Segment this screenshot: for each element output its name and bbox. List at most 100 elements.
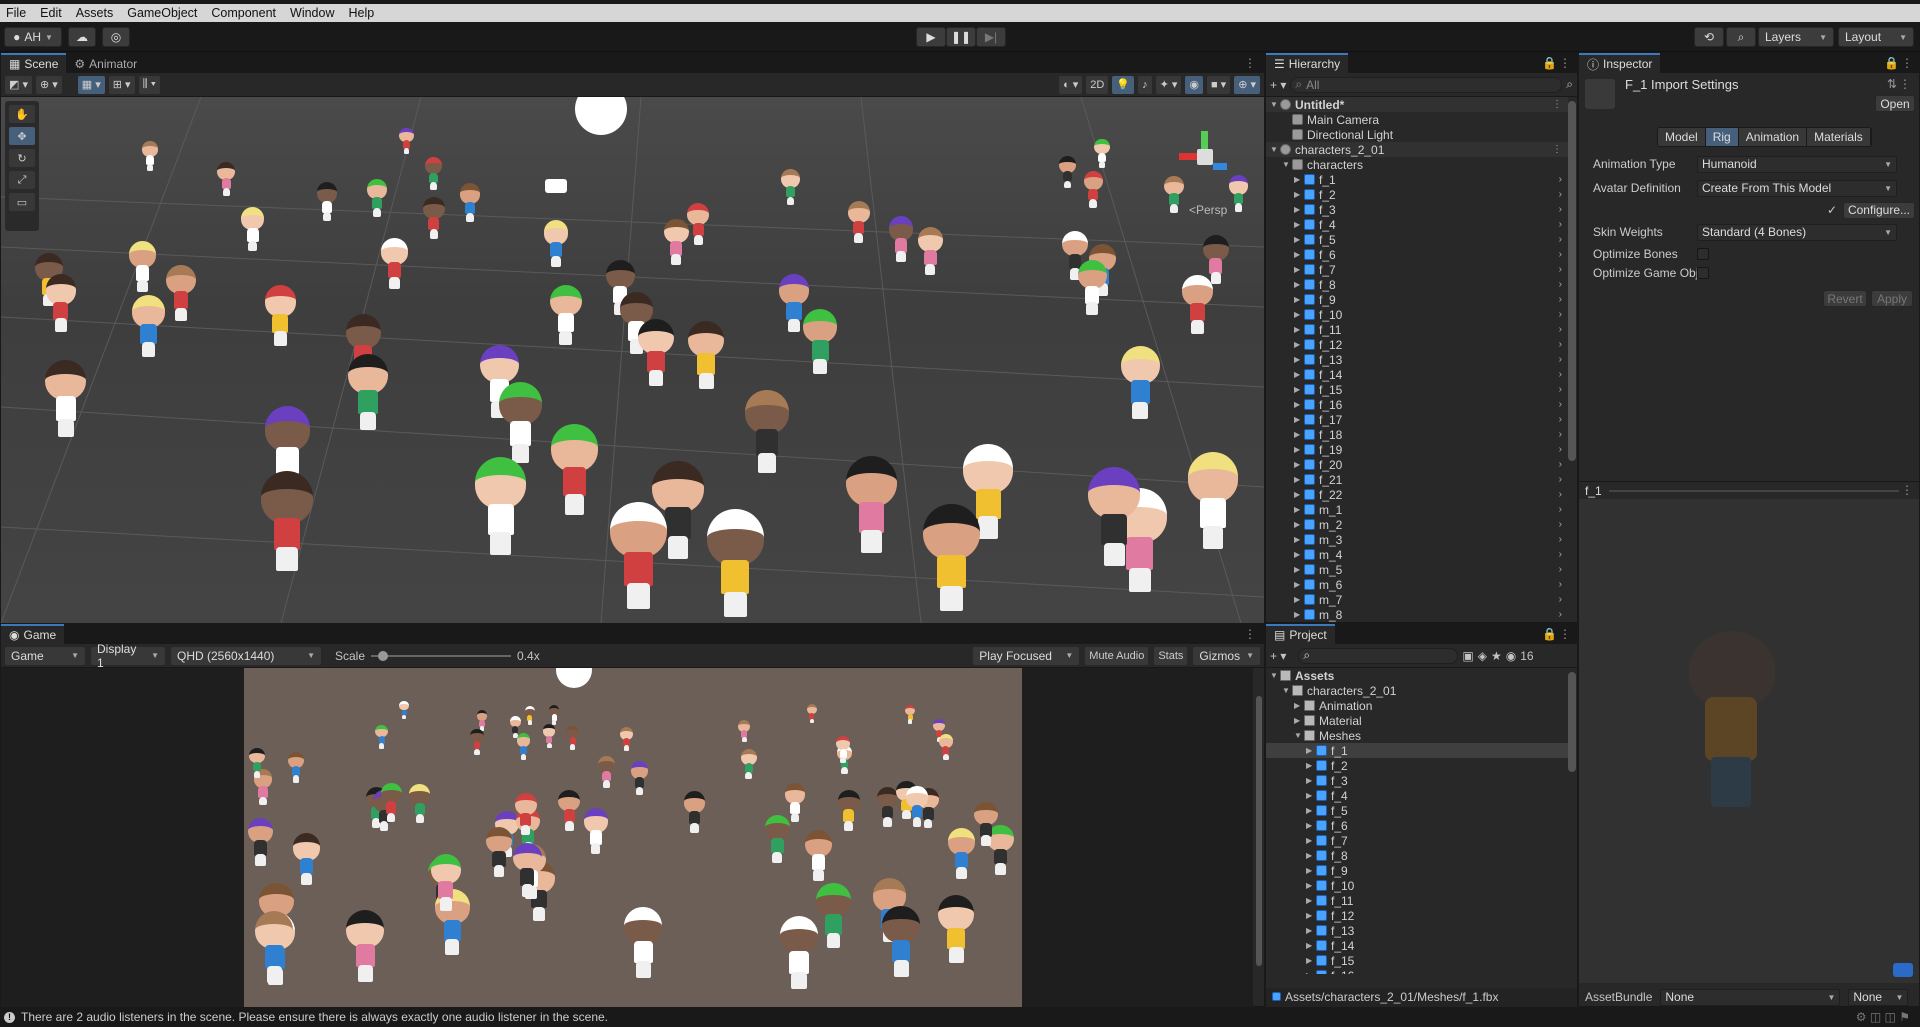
menu-gameobject[interactable]: GameObject (127, 6, 197, 20)
expand-arrow-icon[interactable]: ▶ (1306, 911, 1316, 920)
cloud-button[interactable]: ☁ (68, 27, 96, 47)
avatar-definition-dropdown[interactable]: Create From This Model ▼ (1697, 179, 1897, 197)
lock-icon[interactable]: 🔒 (1884, 56, 1899, 70)
tree-item[interactable]: ▼ Meshes (1266, 728, 1568, 743)
scene-viewport[interactable]: ✋ ✥ ↻ ⤢ ▭ <Persp (1, 97, 1264, 623)
tree-item[interactable]: ▶ m_2 › (1266, 517, 1568, 532)
tree-item[interactable]: ▶ f_2 › (1266, 187, 1568, 202)
tree-item[interactable]: ▶ f_17 › (1266, 412, 1568, 427)
filter-type-icon[interactable]: ▣ (1462, 649, 1473, 663)
apply-button[interactable]: Apply (1871, 290, 1913, 307)
expand-arrow-icon[interactable]: ▶ (1294, 520, 1304, 529)
tree-item[interactable]: ▶ f_14 (1266, 938, 1568, 953)
optimize-bones-checkbox[interactable] (1697, 248, 1709, 260)
stats-button[interactable]: Stats (1154, 646, 1188, 665)
chevron-right-icon[interactable]: › (1559, 519, 1562, 530)
expand-arrow-icon[interactable]: ▶ (1306, 821, 1316, 830)
tree-item[interactable]: ▶ f_21 › (1266, 472, 1568, 487)
menu-help[interactable]: Help (348, 6, 374, 20)
chevron-right-icon[interactable]: › (1559, 354, 1562, 365)
favorite-icon[interactable]: ★ (1491, 649, 1502, 663)
tab-materials[interactable]: Materials (1807, 128, 1871, 146)
chevron-right-icon[interactable]: › (1559, 609, 1562, 620)
tree-item[interactable]: ▶ f_18 › (1266, 427, 1568, 442)
tree-item[interactable]: ▶ f_6 › (1266, 247, 1568, 262)
chevron-right-icon[interactable]: › (1559, 414, 1562, 425)
panel-menu-icon[interactable]: ⋮ (1244, 56, 1256, 70)
play-button[interactable]: ▶ (916, 27, 946, 47)
expand-arrow-icon[interactable]: ▶ (1294, 430, 1304, 439)
expand-arrow-icon[interactable]: ▶ (1294, 250, 1304, 259)
chevron-right-icon[interactable]: › (1559, 309, 1562, 320)
expand-arrow-icon[interactable]: ▶ (1294, 310, 1304, 319)
tree-item[interactable]: ▶ f_14 › (1266, 367, 1568, 382)
tree-item[interactable]: ▶ m_3 › (1266, 532, 1568, 547)
chevron-right-icon[interactable]: › (1559, 189, 1562, 200)
tree-item[interactable]: ▶ f_5 › (1266, 232, 1568, 247)
chevron-right-icon[interactable]: › (1559, 549, 1562, 560)
lock-icon[interactable]: 🔒 (1542, 627, 1557, 641)
expand-arrow-icon[interactable]: ▶ (1294, 415, 1304, 424)
tree-item[interactable]: ▶ f_3 (1266, 773, 1568, 788)
expand-arrow-icon[interactable]: ▶ (1294, 220, 1304, 229)
tree-item[interactable]: ▶ f_9 (1266, 863, 1568, 878)
chevron-right-icon[interactable]: › (1559, 399, 1562, 410)
chevron-right-icon[interactable]: › (1559, 324, 1562, 335)
hidden-packages-icon[interactable]: ◉ (1506, 649, 1516, 663)
layers-dropdown[interactable]: Layers ▼ (1758, 27, 1834, 47)
display-dropdown[interactable]: Display 1 ▼ (91, 642, 165, 670)
tree-item[interactable]: ▶ m_4 › (1266, 547, 1568, 562)
chevron-right-icon[interactable]: › (1559, 294, 1562, 305)
panel-menu-icon[interactable]: ⋮ (1244, 627, 1256, 641)
tree-item[interactable]: ▶ m_8 › (1266, 607, 1568, 622)
assetbundle-dropdown[interactable]: None ▼ (1660, 988, 1841, 1006)
expand-arrow-icon[interactable]: ▶ (1294, 280, 1304, 289)
status-bar[interactable]: ! There are 2 audio listeners in the sce… (0, 1007, 1920, 1027)
scene-menu-icon[interactable]: ⋮ (1552, 144, 1562, 155)
tree-item[interactable]: ▶ f_1 (1266, 743, 1568, 758)
expand-arrow-icon[interactable]: ▶ (1306, 776, 1316, 785)
expand-arrow-icon[interactable]: ▶ (1294, 490, 1304, 499)
add-icon[interactable]: + ▾ (1270, 78, 1286, 92)
scale-slider[interactable] (371, 650, 512, 662)
pause-button[interactable]: ❚❚ (946, 27, 976, 47)
collab-button[interactable]: ◎ (102, 27, 130, 47)
chevron-right-icon[interactable]: › (1559, 429, 1562, 440)
expand-arrow-icon[interactable]: ▶ (1294, 505, 1304, 514)
tree-item[interactable]: ▶ f_12 (1266, 908, 1568, 923)
chevron-right-icon[interactable]: › (1559, 369, 1562, 380)
add-icon[interactable]: + ▾ (1270, 649, 1286, 663)
menu-edit[interactable]: Edit (40, 6, 62, 20)
resolution-dropdown[interactable]: QHD (2560x1440) ▼ (171, 646, 321, 665)
expand-arrow-icon[interactable]: ▶ (1294, 475, 1304, 484)
panel-menu-icon[interactable]: ⋮ (1899, 77, 1911, 91)
hidden-toggle[interactable]: ◉ (1185, 75, 1203, 94)
expand-arrow-icon[interactable]: ▶ (1306, 896, 1316, 905)
expand-arrow-icon[interactable]: ▶ (1306, 881, 1316, 890)
expand-arrow-icon[interactable]: ▶ (1294, 265, 1304, 274)
open-button[interactable]: Open (1875, 95, 1915, 112)
tree-item[interactable]: ▼ characters (1266, 157, 1568, 172)
chevron-right-icon[interactable]: › (1559, 249, 1562, 260)
expand-arrow-icon[interactable]: ▼ (1270, 100, 1280, 109)
tab-model[interactable]: Model (1658, 128, 1706, 146)
tree-item[interactable]: ▼ characters_2_01 (1266, 683, 1568, 698)
tree-item[interactable]: ▶ f_6 (1266, 818, 1568, 833)
tag-icon[interactable] (1893, 963, 1913, 977)
play-mode-dropdown[interactable]: Play Focused ▼ (973, 646, 1080, 665)
tree-item[interactable]: ▶ f_7 (1266, 833, 1568, 848)
expand-arrow-icon[interactable]: ▶ (1294, 445, 1304, 454)
expand-arrow-icon[interactable]: ▶ (1306, 791, 1316, 800)
expand-arrow-icon[interactable]: ▶ (1294, 355, 1304, 364)
skin-weights-dropdown[interactable]: Standard (4 Bones) ▼ (1697, 223, 1897, 241)
expand-arrow-icon[interactable]: ▶ (1294, 205, 1304, 214)
expand-arrow-icon[interactable]: ▶ (1306, 926, 1316, 935)
tree-item[interactable]: ▶ f_15 (1266, 953, 1568, 968)
snap-increment-button[interactable]: ⊞ ▾ (108, 75, 135, 94)
chevron-right-icon[interactable]: › (1559, 594, 1562, 605)
tree-item[interactable]: ▶ Material (1266, 713, 1568, 728)
assetbundle-variant-dropdown[interactable]: None ▼ (1848, 988, 1909, 1006)
tree-item[interactable]: ▶ f_5 (1266, 803, 1568, 818)
expand-arrow-icon[interactable]: ▶ (1306, 866, 1316, 875)
expand-arrow-icon[interactable]: ▶ (1306, 836, 1316, 845)
